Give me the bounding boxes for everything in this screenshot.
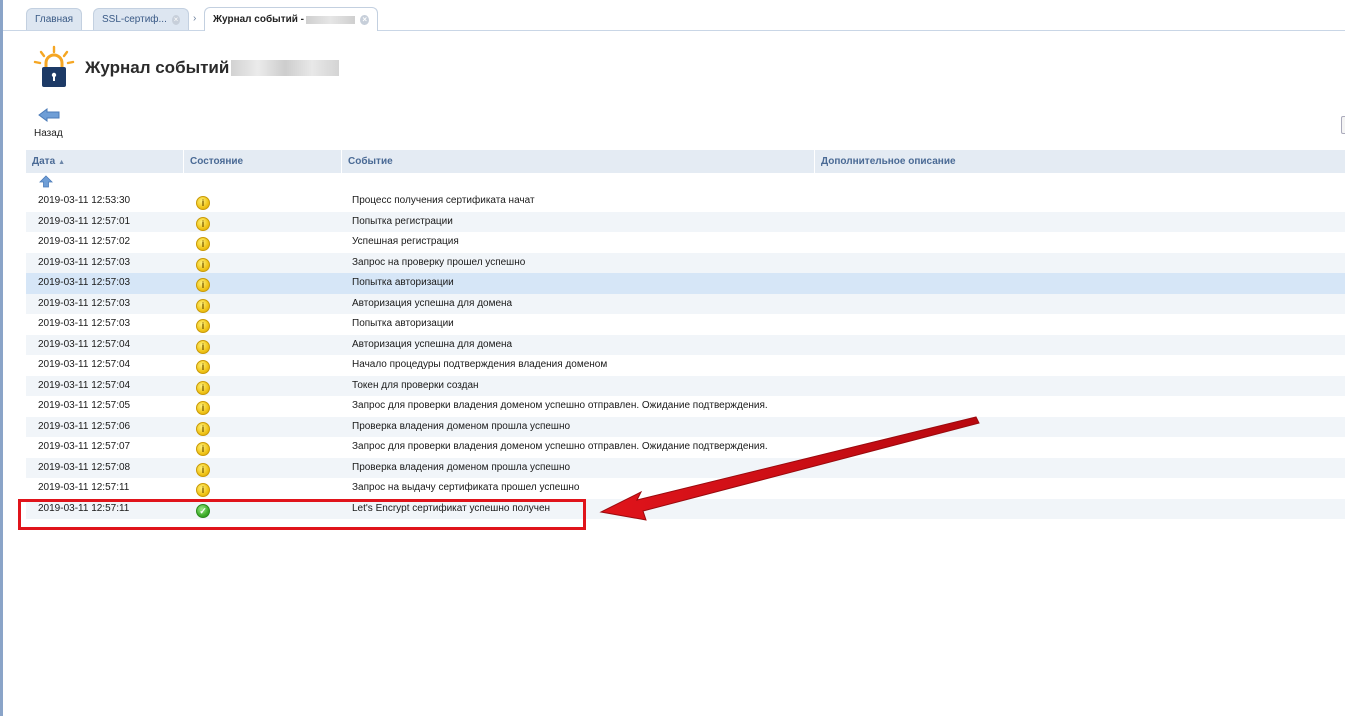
tab-home[interactable]: Главная (26, 8, 82, 30)
panel-toggle-icon[interactable] (1341, 116, 1345, 134)
cell-event: Авторизация успешна для домена (352, 297, 513, 309)
status-info-icon: i (196, 380, 210, 395)
table-row[interactable]: 2019-03-11 12:57:02 i Успешная регистрация (26, 232, 1345, 253)
status-info-icon: i (196, 237, 210, 251)
sort-asc-icon: ▲ (58, 159, 66, 166)
status-info-icon: i (196, 298, 210, 313)
status-info-icon: i (196, 401, 210, 415)
cell-date: 2019-03-11 12:57:04 (38, 359, 131, 370)
column-header-description[interactable]: Дополнительное описание (814, 150, 1345, 173)
table-row[interactable]: 2019-03-11 12:57:03 i Авторизация успешна … (26, 293, 1345, 314)
status-info-icon: i (196, 442, 210, 456)
tab-home-label: Главная (35, 14, 74, 25)
cell-event: Попытка авторизации (352, 277, 454, 288)
status-info-icon: i (196, 278, 210, 292)
status-info-icon: i (196, 421, 210, 436)
cell-date: 2019-03-11 12:53:30 (38, 195, 131, 206)
cell-date: 2019-03-11 12:57:05 (38, 400, 131, 411)
table-row[interactable]: 2019-03-11 12:57:03 i Попытка авторизации (26, 314, 1345, 335)
status-info-icon: i (196, 196, 210, 210)
column-header-date-label: Дата (32, 156, 56, 167)
cell-event: Успешная регистрация (352, 236, 459, 247)
page-title: Журнал событий - (85, 58, 240, 77)
table-row[interactable]: 2019-03-11 12:57:04 i Токен для проверки с… (26, 375, 1345, 396)
table-row[interactable]: 2019-03-11 12:57:01 i Попытка регистрации (26, 211, 1345, 232)
app-window: Главная SSL-сертиф... × › Журнал событий… (0, 0, 1345, 716)
lets-encrypt-lock-icon (33, 45, 75, 87)
cell-event: Попытка авторизации (352, 318, 454, 329)
table-row[interactable]: 2019-03-11 12:57:07 i Запрос для проверки … (26, 437, 1345, 458)
chevron-right-icon: › (193, 13, 197, 24)
tab-ssl-label: SSL-сертиф... (102, 14, 167, 25)
column-header-status[interactable]: Состояние (183, 150, 341, 173)
cell-date: 2019-03-11 12:57:03 (38, 318, 131, 329)
cell-event: Запрос для проверки владения доменом усп… (352, 441, 768, 452)
table-header: Дата ▲ Состояние Событие Дополнительное о… (26, 150, 1345, 173)
cell-date: 2019-03-11 12:57:08 (38, 461, 131, 473)
back-label: Назад (34, 128, 63, 139)
cell-date: 2019-03-11 12:57:03 (38, 277, 131, 288)
redacted-domain (231, 60, 339, 76)
cell-event: Попытка регистрации (352, 215, 453, 227)
table-row[interactable]: 2019-03-11 12:57:03 i Попытка авторизации (26, 273, 1345, 294)
status-info-icon: i (196, 339, 210, 354)
cell-date: 2019-03-11 12:57:06 (38, 420, 131, 432)
status-info-icon: i (196, 462, 210, 477)
parent-level-row[interactable] (26, 173, 1345, 191)
table-row[interactable]: 2019-03-11 12:57:05 i Запрос для проверки … (26, 396, 1345, 417)
cell-event: Запрос для проверки владения доменом усп… (352, 400, 768, 411)
cell-event: Проверка владения доменом прошла успешно (352, 461, 571, 473)
cell-date: 2019-03-11 12:57:04 (38, 379, 131, 391)
cell-event: Авторизация успешна для домена (352, 338, 513, 350)
table-row[interactable]: 2019-03-11 12:57:11 i Запрос на выдачу сер… (26, 478, 1345, 499)
annotation-highlight-box (18, 499, 586, 530)
table-row[interactable]: 2019-03-11 12:57:08 i Проверка владения до… (26, 457, 1345, 478)
cell-date: 2019-03-11 12:57:01 (38, 215, 131, 227)
cell-event: Начало процедуры подтверждения владения … (352, 359, 608, 370)
column-header-status-label: Состояние (190, 156, 244, 167)
cell-date: 2019-03-11 12:57:02 (38, 236, 131, 247)
column-header-event-label: Событие (348, 156, 393, 167)
column-header-description-label: Дополнительное описание (821, 156, 956, 167)
table-row[interactable]: 2019-03-11 12:53:30 i Процесс получения се… (26, 191, 1345, 212)
column-header-event[interactable]: Событие (341, 150, 814, 173)
cell-date: 2019-03-11 12:57:11 (38, 482, 130, 493)
status-info-icon: i (196, 319, 210, 333)
tab-ssl-certificates[interactable]: SSL-сертиф... × (93, 8, 189, 30)
redacted-domain (306, 15, 356, 24)
event-log-table: Дата ▲ Состояние Событие Дополнительное о… (26, 150, 1345, 519)
tab-bar: Главная SSL-сертиф... × › Журнал событий… (3, 0, 1345, 31)
column-header-date[interactable]: Дата ▲ (26, 150, 183, 173)
level-up-icon (39, 175, 53, 188)
cell-event: Проверка владения доменом прошла успешно (352, 420, 571, 432)
back-button[interactable]: Назад (32, 106, 72, 142)
status-info-icon: i (196, 360, 210, 374)
cell-date: 2019-03-11 12:57:04 (38, 338, 131, 350)
tab-event-log[interactable]: Журнал событий - × (204, 7, 378, 31)
cell-date: 2019-03-11 12:57:07 (38, 441, 131, 452)
table-row[interactable]: 2019-03-11 12:57:04 i Авторизация успешна … (26, 334, 1345, 355)
status-info-icon: i (196, 483, 210, 497)
cell-event: Запрос на проверку прошел успешно (352, 256, 526, 268)
close-icon[interactable]: × (360, 14, 369, 25)
cell-event: Запрос на выдачу сертификата прошел успе… (352, 482, 580, 493)
close-icon[interactable]: × (171, 14, 180, 25)
table-body: 2019-03-11 12:53:30 i Процесс получения се… (26, 191, 1345, 519)
back-arrow-icon (38, 108, 60, 122)
status-info-icon: i (196, 257, 210, 272)
cell-event: Процесс получения сертификата начат (352, 195, 535, 206)
cell-date: 2019-03-11 12:57:03 (38, 256, 131, 268)
cell-date: 2019-03-11 12:57:03 (38, 297, 131, 309)
status-info-icon: i (196, 216, 210, 231)
table-row[interactable]: 2019-03-11 12:57:03 i Запрос на проверку п… (26, 252, 1345, 273)
table-row[interactable]: 2019-03-11 12:57:06 i Проверка владения до… (26, 416, 1345, 437)
tab-event-log-label: Журнал событий - (213, 14, 304, 25)
cell-event: Токен для проверки создан (352, 379, 479, 391)
table-row[interactable]: 2019-03-11 12:57:04 i Начало процедуры под… (26, 355, 1345, 376)
